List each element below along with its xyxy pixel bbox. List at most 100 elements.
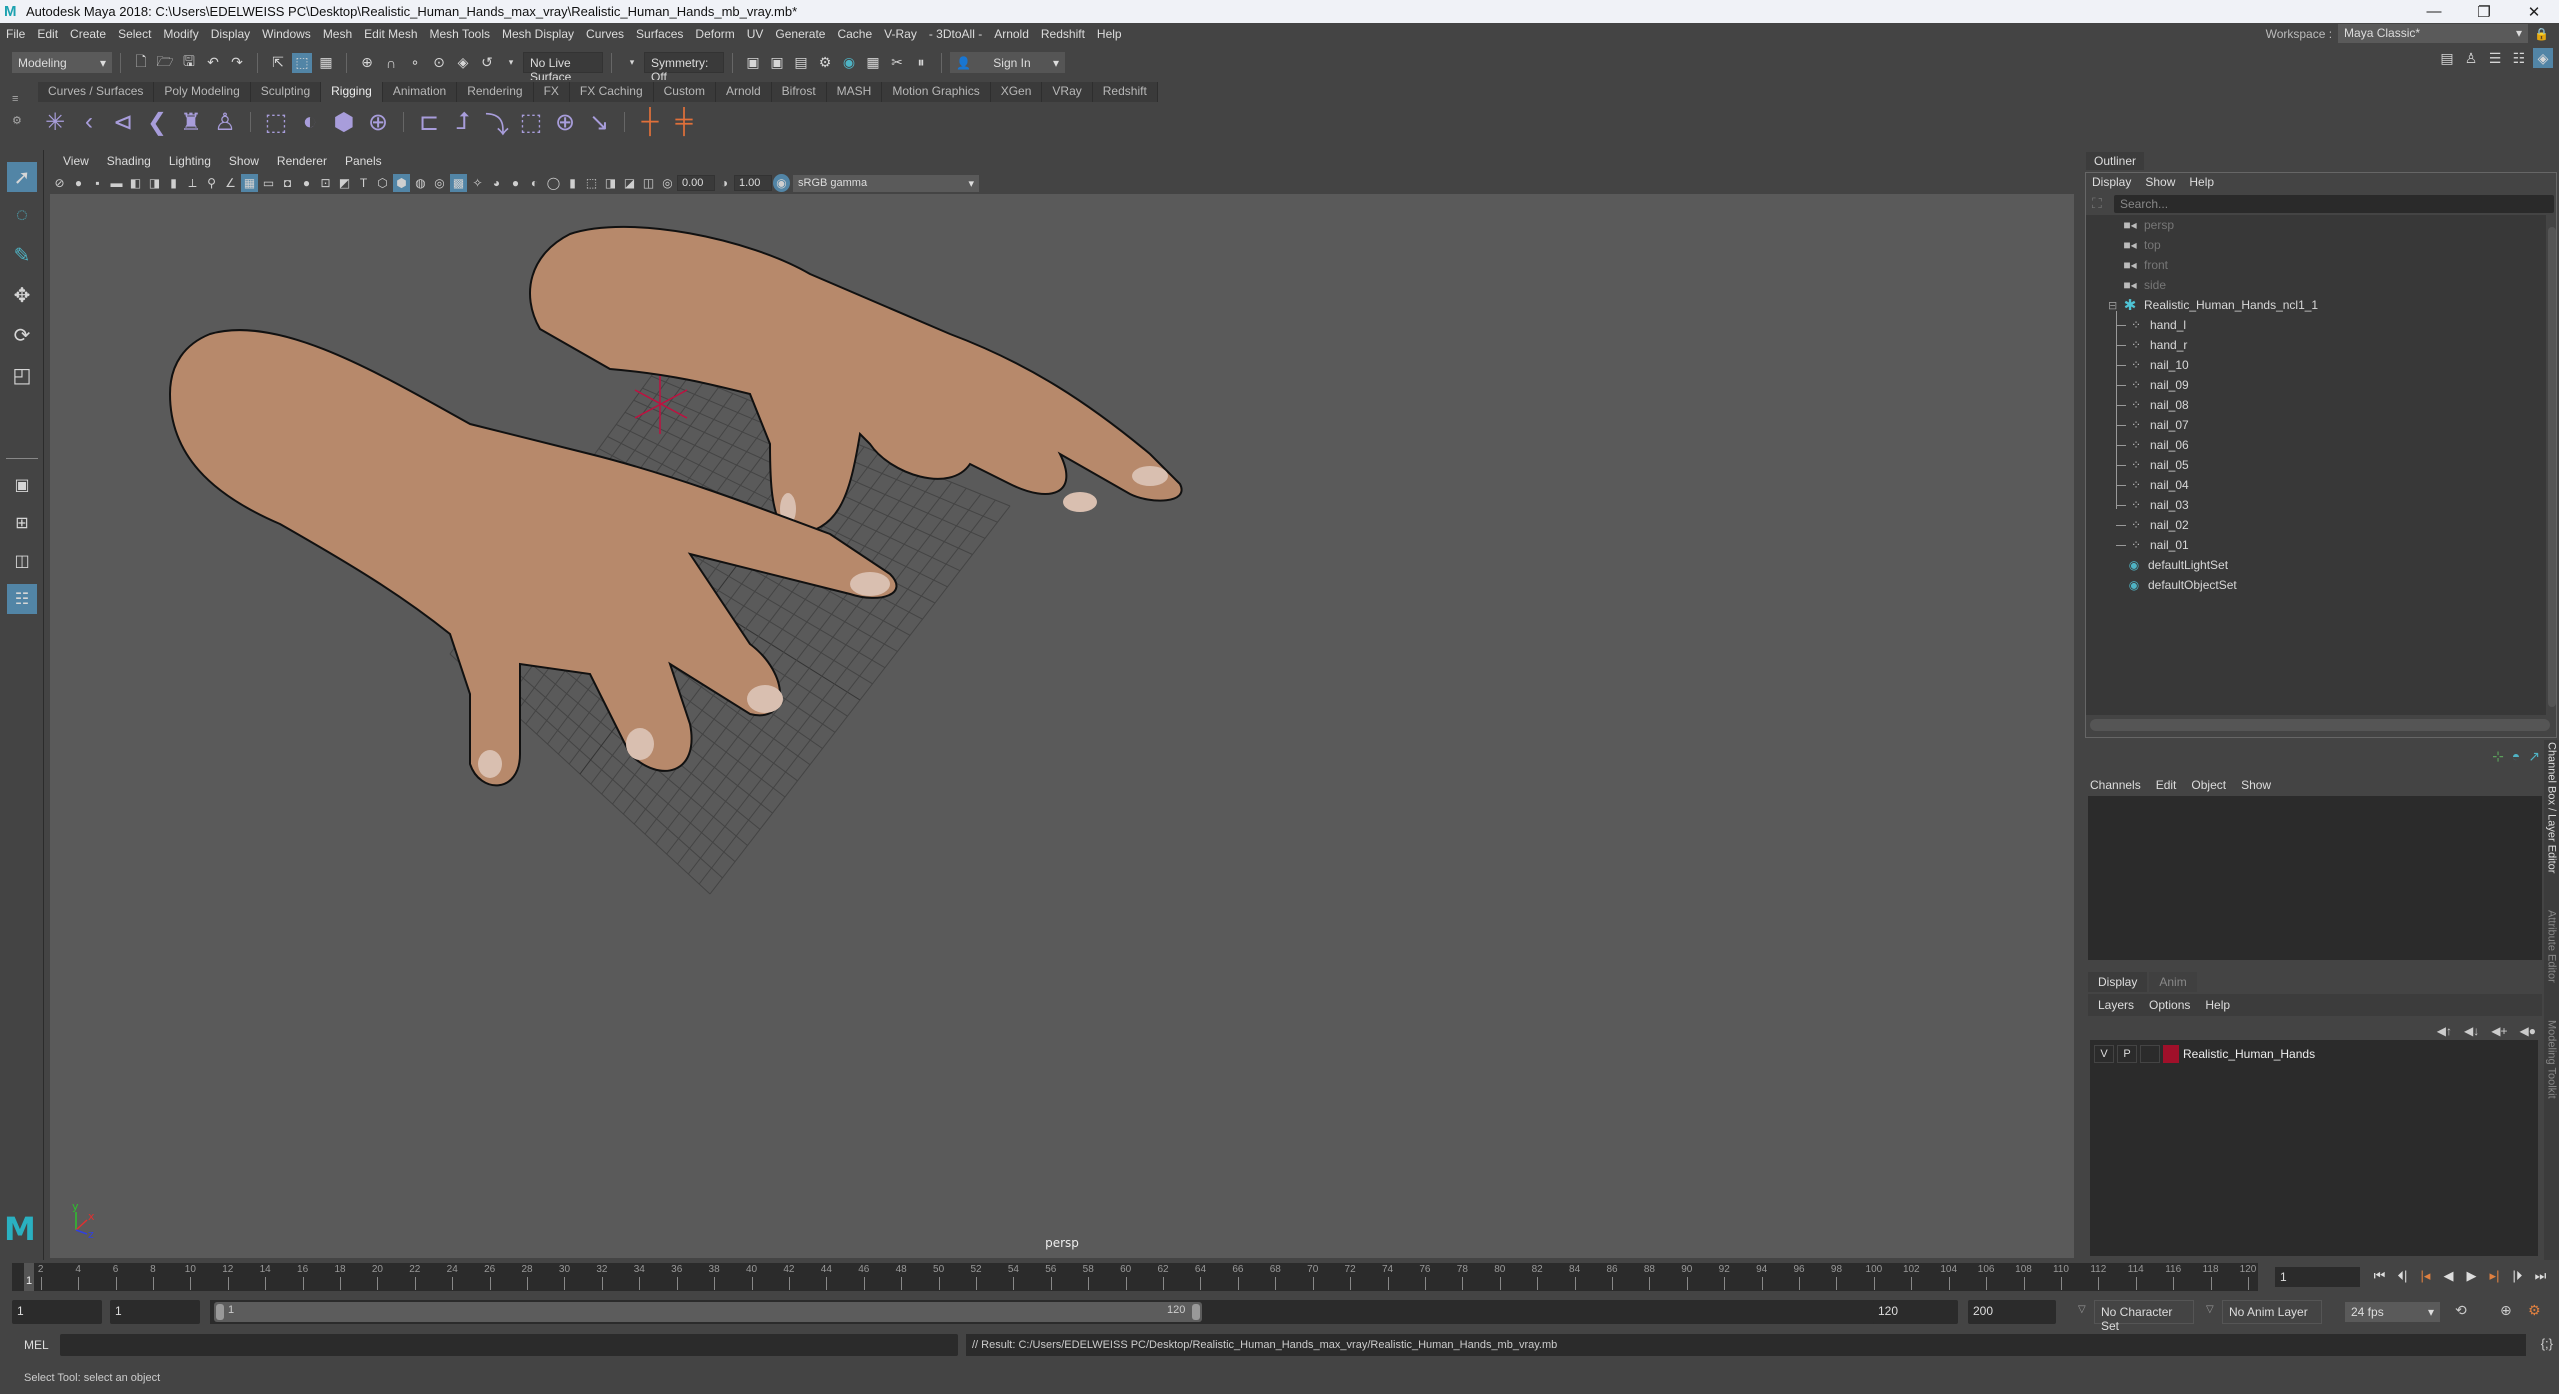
- default-material-icon[interactable]: ◎: [431, 174, 448, 192]
- panel-menu-show[interactable]: Show: [220, 154, 268, 170]
- workspace-dropdown[interactable]: Maya Classic* ▾: [2338, 24, 2529, 43]
- menu-display[interactable]: Display: [205, 27, 256, 41]
- hypershade-icon[interactable]: ◉: [839, 53, 859, 73]
- menu-edit[interactable]: Edit: [31, 27, 64, 41]
- ik-handle-icon[interactable]: ┼: [634, 106, 666, 138]
- cluster-icon[interactable]: ⊕: [362, 106, 394, 138]
- layer-row[interactable]: V P Realistic_Human_Hands: [2094, 1044, 2315, 1064]
- save-scene-icon[interactable]: 🖫: [179, 53, 199, 73]
- go-to-start-icon[interactable]: ⏮: [2368, 1268, 2391, 1284]
- snap-grid-icon[interactable]: ⊕: [357, 53, 377, 73]
- close-button[interactable]: ✕: [2509, 0, 2559, 23]
- outliner-item-mesh[interactable]: ⁘ nail_01: [2128, 535, 2189, 555]
- menu-help[interactable]: Help: [1091, 27, 1128, 41]
- outliner-item-set[interactable]: ◉ defaultObjectSet: [2126, 575, 2237, 595]
- render-setup-icon[interactable]: ▦: [863, 53, 883, 73]
- manipulator-icon[interactable]: ⊹: [2492, 748, 2504, 765]
- select-object-icon[interactable]: ⬚: [292, 52, 312, 73]
- command-input[interactable]: [60, 1334, 958, 1356]
- shelf-tab-curves-surfaces[interactable]: Curves / Surfaces: [38, 82, 155, 102]
- panel-menu-view[interactable]: View: [54, 154, 98, 170]
- outliner-title-tab[interactable]: Outliner: [2086, 152, 2145, 170]
- loop-icon[interactable]: ⟲: [2455, 1302, 2467, 1319]
- outliner-menu-help[interactable]: Help: [2189, 175, 2214, 189]
- time-slider-track[interactable]: 1 2 4 6 8 10 12 14 16 18 20 22 24 26 28 30 32 34 36 38 40 42…: [12, 1263, 2258, 1291]
- collapse-icon[interactable]: ⊟: [2108, 299, 2120, 312]
- shelf-tab-motion-graphics[interactable]: Motion Graphics: [882, 82, 991, 102]
- gamma-icon[interactable]: ◑: [716, 174, 733, 192]
- lasso-tool-icon[interactable]: ◌: [7, 200, 37, 230]
- menu-cache[interactable]: Cache: [831, 27, 878, 41]
- select-camera-icon[interactable]: ⊘: [51, 174, 68, 192]
- menu-deform[interactable]: Deform: [689, 27, 740, 41]
- fps-dropdown[interactable]: 24 fps ▾: [2345, 1302, 2440, 1322]
- panel-menu-lighting[interactable]: Lighting: [160, 154, 220, 170]
- xray-joints-icon[interactable]: ◩: [336, 174, 353, 192]
- open-scene-icon[interactable]: 🗁: [155, 53, 175, 73]
- menu-mesh-display[interactable]: Mesh Display: [496, 27, 580, 41]
- paint-select-tool-icon[interactable]: ✎: [7, 240, 37, 270]
- chevron-down-icon[interactable]: ▽: [2206, 1304, 2214, 1315]
- isolate-select-icon[interactable]: ⬚: [583, 174, 600, 192]
- shelf-tab-rigging[interactable]: Rigging: [321, 82, 383, 102]
- xray-active-icon[interactable]: ◪: [621, 174, 638, 192]
- chevron-down-icon[interactable]: ▽: [2078, 1304, 2086, 1315]
- ik-spline-handle-icon[interactable]: ╪: [668, 106, 700, 138]
- outliner-horizontal-scrollbar[interactable]: [2090, 719, 2550, 731]
- shelf-tab-xgen[interactable]: XGen: [990, 82, 1043, 102]
- light-editor-icon[interactable]: ✂: [887, 53, 907, 73]
- tab-modeling-toolkit[interactable]: Modeling Toolkit: [2544, 1020, 2559, 1120]
- depth-of-field-icon[interactable]: ▮: [564, 174, 581, 192]
- channel-menu-object[interactable]: Object: [2191, 778, 2226, 792]
- panel-menu-panels[interactable]: Panels: [336, 154, 391, 170]
- step-forward-frame-icon[interactable]: |⏵: [2506, 1268, 2529, 1284]
- tool-settings-icon[interactable]: ☷: [2509, 48, 2529, 68]
- anim-layer-field[interactable]: No Anim Layer: [2222, 1300, 2322, 1324]
- range-bar[interactable]: 1 120: [210, 1300, 1950, 1324]
- shelf-tab-vray[interactable]: VRay: [1042, 82, 1093, 102]
- field-chart-icon[interactable]: ▭: [260, 174, 277, 192]
- outliner-item-camera[interactable]: ■◂ side: [2122, 275, 2166, 295]
- outliner-item-mesh[interactable]: ⁘ nail_07: [2128, 415, 2189, 435]
- channel-menu-show[interactable]: Show: [2241, 778, 2271, 792]
- render-view-icon[interactable]: ▣: [743, 53, 763, 73]
- orient-joint-icon[interactable]: ❮: [141, 106, 173, 138]
- channel-menu-channels[interactable]: Channels: [2090, 778, 2141, 792]
- gamma-field[interactable]: 1.00: [734, 175, 772, 191]
- range-end-handle[interactable]: [1192, 1304, 1200, 1320]
- hyper-icon[interactable]: ↗: [2528, 748, 2540, 765]
- playback-start-field[interactable]: 1: [110, 1300, 200, 1324]
- shelf-tab-poly-modeling[interactable]: Poly Modeling: [154, 82, 251, 102]
- humanik-icon[interactable]: ♙: [209, 106, 241, 138]
- safe-action-icon[interactable]: ◘: [279, 174, 296, 192]
- image-plane-icon[interactable]: ◧: [127, 174, 144, 192]
- shelf-tab-fx-caching[interactable]: FX Caching: [569, 82, 654, 102]
- camera-attributes-icon[interactable]: ▬: [108, 174, 125, 192]
- render-frame-icon[interactable]: ▣: [767, 53, 787, 73]
- move-tool-icon[interactable]: ✥: [7, 280, 37, 310]
- color-management-toggle-icon[interactable]: ◉: [773, 174, 790, 192]
- menu-modify[interactable]: Modify: [157, 27, 204, 41]
- menu-generate[interactable]: Generate: [769, 27, 831, 41]
- layer-display-type-toggle[interactable]: [2140, 1045, 2160, 1063]
- range-bar-fill[interactable]: [214, 1302, 1202, 1322]
- modeling-toolkit-icon[interactable]: ▤: [2437, 48, 2457, 68]
- scale-constraint-icon[interactable]: ⬚: [515, 106, 547, 138]
- snap-point-icon[interactable]: ∘: [405, 53, 425, 73]
- scale-tool-icon[interactable]: ◰: [7, 360, 37, 390]
- pause-icon[interactable]: ⏸: [911, 53, 931, 73]
- outliner-menu-show[interactable]: Show: [2145, 175, 2175, 189]
- script-editor-icon[interactable]: {;}: [2541, 1336, 2553, 1351]
- film-gate-icon[interactable]: ⚲: [203, 174, 220, 192]
- screen-space-ao-icon[interactable]: ●: [507, 174, 524, 192]
- bookmark-icon[interactable]: ▪: [89, 174, 106, 192]
- outliner-menu-display[interactable]: Display: [2092, 175, 2131, 189]
- scrollbar-thumb[interactable]: [2548, 227, 2556, 707]
- render-settings-icon[interactable]: ⚙: [815, 53, 835, 73]
- live-surface-field[interactable]: No Live Surface: [523, 52, 603, 84]
- maximize-button[interactable]: ❐: [2459, 0, 2509, 23]
- channel-menu-edit[interactable]: Edit: [2156, 778, 2177, 792]
- menu-surfaces[interactable]: Surfaces: [630, 27, 689, 41]
- motion-blur-icon[interactable]: ◐: [526, 174, 543, 192]
- layer-tab-display[interactable]: Display: [2088, 972, 2148, 992]
